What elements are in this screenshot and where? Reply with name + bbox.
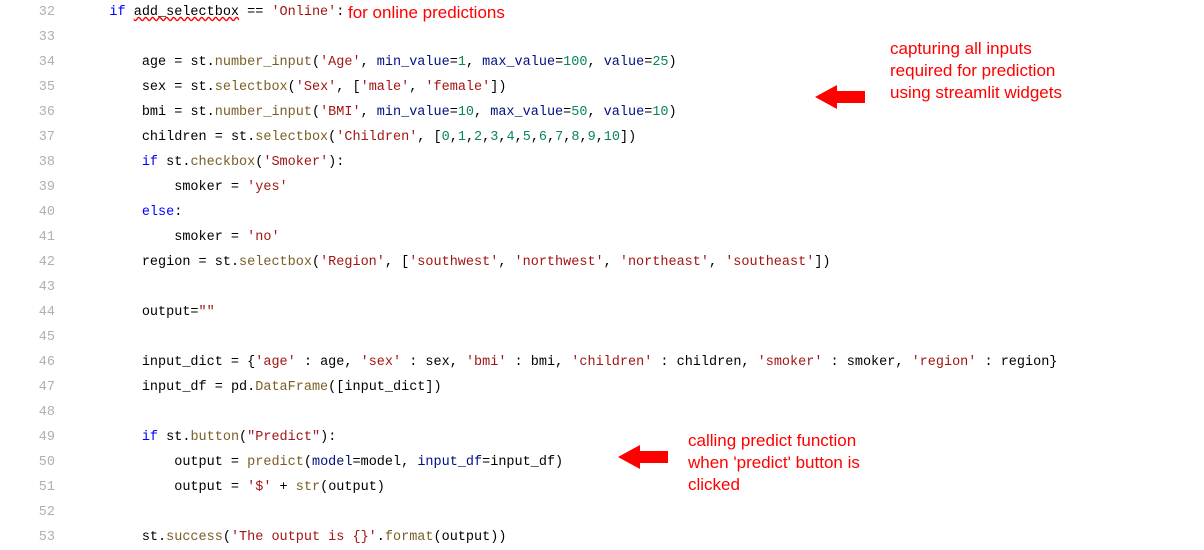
annotation-inputs: capturing all inputs required for predic… xyxy=(890,38,1090,104)
line-number: 46 xyxy=(0,350,77,375)
code-line[interactable]: 44 output="" xyxy=(0,300,1204,325)
line-number: 41 xyxy=(0,225,77,250)
code-line[interactable]: 53 st.success('The output is {}'.format(… xyxy=(0,525,1204,550)
annotation-predict: calling predict function when 'predict' … xyxy=(688,430,888,496)
code-line[interactable]: 47 input_df = pd.DataFrame([input_dict]) xyxy=(0,375,1204,400)
line-number: 36 xyxy=(0,100,77,125)
line-number: 45 xyxy=(0,325,77,350)
line-number: 47 xyxy=(0,375,77,400)
code-line[interactable]: 40 else: xyxy=(0,200,1204,225)
line-number: 34 xyxy=(0,50,77,75)
code-line[interactable]: 41 smoker = 'no' xyxy=(0,225,1204,250)
line-number: 52 xyxy=(0,500,77,525)
code-line[interactable]: 52 xyxy=(0,500,1204,525)
code-line[interactable]: 42 region = st.selectbox('Region', ['sou… xyxy=(0,250,1204,275)
line-number: 50 xyxy=(0,450,77,475)
line-number: 39 xyxy=(0,175,77,200)
line-number: 38 xyxy=(0,150,77,175)
line-number: 44 xyxy=(0,300,77,325)
code-line[interactable]: 45 xyxy=(0,325,1204,350)
code-line[interactable]: 43 xyxy=(0,275,1204,300)
line-number: 51 xyxy=(0,475,77,500)
arrow-icon xyxy=(815,82,870,112)
code-line[interactable]: 50 output = predict(model=model, input_d… xyxy=(0,450,1204,475)
code-line[interactable]: 51 output = '$' + str(output) xyxy=(0,475,1204,500)
arrow-icon xyxy=(618,442,673,472)
line-number: 35 xyxy=(0,75,77,100)
line-number: 32 xyxy=(0,0,77,25)
code-line[interactable]: 39 smoker = 'yes' xyxy=(0,175,1204,200)
code-line[interactable]: 37 children = st.selectbox('Children', [… xyxy=(0,125,1204,150)
line-number: 49 xyxy=(0,425,77,450)
annotation-online: for online predictions xyxy=(348,2,505,24)
code-line[interactable]: 38 if st.checkbox('Smoker'): xyxy=(0,150,1204,175)
line-number: 33 xyxy=(0,25,77,50)
code-editor: 32 if add_selectbox == 'Online':3334 age… xyxy=(0,0,1204,550)
line-number: 37 xyxy=(0,125,77,150)
code-line[interactable]: 32 if add_selectbox == 'Online': xyxy=(0,0,1204,25)
line-number: 48 xyxy=(0,400,77,425)
line-number: 43 xyxy=(0,275,77,300)
line-number: 40 xyxy=(0,200,77,225)
line-number: 53 xyxy=(0,525,77,550)
code-line[interactable]: 48 xyxy=(0,400,1204,425)
line-number: 42 xyxy=(0,250,77,275)
code-line[interactable]: 49 if st.button("Predict"): xyxy=(0,425,1204,450)
code-line[interactable]: 46 input_dict = {'age' : age, 'sex' : se… xyxy=(0,350,1204,375)
